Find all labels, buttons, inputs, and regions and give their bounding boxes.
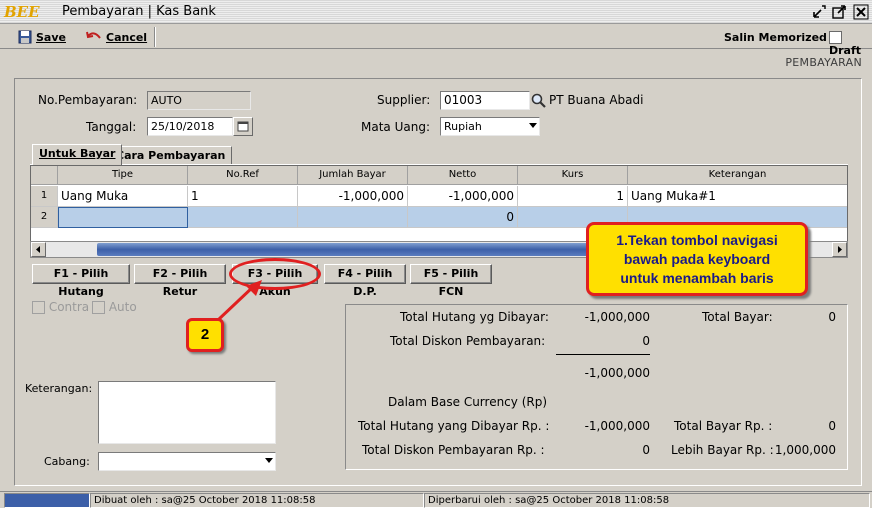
lebih-bayar-rp-label: Lebih Bayar Rp. : bbox=[671, 443, 774, 457]
total-diskon-rp-value: 0 bbox=[642, 443, 650, 457]
cell-keterangan[interactable]: Uang Muka#1 bbox=[628, 186, 847, 207]
keterangan-label: Keterangan: bbox=[25, 382, 93, 395]
bee-logo: BEE bbox=[4, 3, 40, 21]
mata-uang-select[interactable]: Rupiah bbox=[440, 117, 540, 136]
no-pembayaran-label: No.Pembayaran: bbox=[38, 93, 138, 107]
draft-checkbox-box[interactable] bbox=[829, 30, 842, 44]
tanggal-field[interactable]: 25/10/2018 bbox=[147, 117, 233, 136]
total-hutang-rp-value: -1,000,000 bbox=[584, 419, 650, 433]
subtotal-line bbox=[556, 354, 650, 355]
cell-netto[interactable]: -1,000,000 bbox=[408, 186, 518, 207]
status-progress bbox=[4, 493, 90, 508]
title-bar: BEE Pembayaran | Kas Bank bbox=[0, 0, 872, 24]
contra-checkbox[interactable]: Contra bbox=[32, 300, 89, 314]
cabang-label: Cabang: bbox=[44, 455, 90, 468]
toolbar: Save Cancel Salin Memorized Draft bbox=[0, 25, 872, 57]
row-number: 1 bbox=[31, 186, 58, 207]
cell-netto[interactable]: 0 bbox=[408, 207, 518, 228]
grid-header-rownum bbox=[31, 166, 58, 185]
callout-line-3: untuk menambah baris bbox=[620, 270, 774, 286]
cell-jumlah-bayar[interactable] bbox=[298, 207, 408, 228]
total-bayar-rp-value: 0 bbox=[828, 419, 836, 433]
tanggal-label: Tanggal: bbox=[86, 120, 137, 134]
auto-checkbox-box[interactable] bbox=[92, 301, 105, 314]
supplier-name: PT Buana Abadi bbox=[549, 93, 644, 107]
tab-cara-pembayaran[interactable]: Cara Pembayaran bbox=[109, 146, 233, 164]
supplier-code-field[interactable]: 01003 bbox=[440, 91, 530, 110]
scroll-right-button[interactable] bbox=[832, 242, 847, 257]
maximize-icon[interactable] bbox=[830, 3, 848, 21]
cell-tipe[interactable]: Uang Muka bbox=[58, 186, 188, 207]
grid-header-netto[interactable]: Netto bbox=[408, 166, 518, 185]
callout-line-2: bawah pada keyboard bbox=[623, 251, 771, 267]
subtotal-value: -1,000,000 bbox=[584, 366, 650, 380]
contra-label: Contra bbox=[48, 300, 90, 314]
draft-label: Draft bbox=[829, 43, 862, 57]
total-bayar-rp-label: Total Bayar Rp. : bbox=[674, 419, 773, 433]
f5-pilih-fcn-button[interactable]: F5 - Pilih FCN bbox=[410, 264, 492, 298]
mata-uang-label: Mata Uang: bbox=[361, 120, 430, 134]
undo-icon bbox=[86, 31, 101, 39]
cell-kurs[interactable]: 1 bbox=[518, 186, 628, 207]
draft-checkbox[interactable]: Draft bbox=[829, 30, 872, 57]
status-updated: Diperbarui oleh : sa@25 October 2018 11:… bbox=[424, 493, 870, 508]
supplier-label: Supplier: bbox=[377, 93, 431, 107]
callout-line-1: 1.Tekan tombol navigasi bbox=[616, 232, 778, 248]
cell-noref[interactable] bbox=[188, 207, 298, 228]
grid-header-noref[interactable]: No.Ref bbox=[188, 166, 298, 185]
table-row[interactable]: 1 Uang Muka 1 -1,000,000 -1,000,000 1 Ua… bbox=[31, 186, 847, 207]
auto-checkbox[interactable]: Auto bbox=[92, 300, 137, 314]
instruction-callout: 1.Tekan tombol navigasi bawah pada keybo… bbox=[586, 222, 808, 296]
total-hutang-rp-label: Total Hutang yang Dibayar Rp. : bbox=[358, 419, 550, 433]
cell-tipe[interactable] bbox=[58, 207, 188, 228]
arrow-right-icon bbox=[838, 246, 842, 253]
total-diskon-value: 0 bbox=[642, 334, 650, 348]
row-number: 2 bbox=[31, 207, 58, 228]
grid-header-keterangan[interactable]: Keterangan bbox=[628, 166, 847, 185]
save-button[interactable]: Save bbox=[18, 27, 66, 47]
window-title: Pembayaran | Kas Bank bbox=[62, 4, 216, 19]
total-diskon-label: Total Diskon Pembayaran: bbox=[390, 334, 546, 348]
total-diskon-rp-label: Total Diskon Pembayaran Rp. : bbox=[362, 443, 545, 457]
total-bayar-label: Total Bayar: bbox=[702, 310, 773, 324]
minimize-icon[interactable] bbox=[810, 3, 828, 21]
status-created: Dibuat oleh : sa@25 October 2018 11:08:5… bbox=[90, 493, 424, 508]
cell-jumlah-bayar[interactable]: -1,000,000 bbox=[298, 186, 408, 207]
arrow-left-icon bbox=[36, 246, 40, 253]
auto-label: Auto bbox=[108, 300, 137, 314]
calendar-button[interactable] bbox=[233, 117, 253, 136]
cancel-button[interactable]: Cancel bbox=[86, 27, 147, 47]
f1-pilih-hutang-button[interactable]: F1 - Pilih Hutang bbox=[32, 264, 130, 298]
status-bar: Dibuat oleh : sa@25 October 2018 11:08:5… bbox=[0, 491, 872, 508]
chevron-down-icon bbox=[529, 123, 537, 128]
grid-header-tipe[interactable]: Tipe bbox=[58, 166, 188, 185]
keterangan-textarea[interactable] bbox=[98, 381, 276, 444]
cell-noref[interactable]: 1 bbox=[188, 186, 298, 207]
total-bayar-value: 0 bbox=[828, 310, 836, 324]
chevron-down-icon bbox=[265, 458, 273, 463]
close-icon[interactable] bbox=[852, 3, 870, 21]
grid-header: Tipe No.Ref Jumlah Bayar Netto Kurs Kete… bbox=[31, 166, 847, 185]
search-icon[interactable] bbox=[530, 91, 548, 110]
tab-untuk-bayar[interactable]: Untuk Bayar bbox=[32, 144, 123, 165]
calendar-icon bbox=[237, 121, 249, 132]
toolbar-separator bbox=[154, 27, 156, 47]
grid-header-jumlah-bayar[interactable]: Jumlah Bayar bbox=[298, 166, 408, 185]
cabang-select[interactable] bbox=[98, 452, 276, 471]
base-currency-label: Dalam Base Currency (Rp) bbox=[388, 395, 548, 409]
no-pembayaran-field[interactable]: AUTO bbox=[147, 91, 251, 110]
scroll-left-button[interactable] bbox=[31, 242, 46, 257]
total-hutang-value: -1,000,000 bbox=[584, 310, 650, 324]
salin-memorized-button[interactable]: Salin Memorized bbox=[724, 31, 827, 44]
contra-checkbox-box[interactable] bbox=[32, 301, 45, 314]
lebih-bayar-rp-value: 1,000,000 bbox=[774, 443, 836, 457]
step-number-callout: 2 bbox=[186, 318, 224, 352]
mata-uang-value: Rupiah bbox=[444, 120, 482, 133]
f4-pilih-dp-button[interactable]: F4 - Pilih D.P. bbox=[324, 264, 406, 298]
total-hutang-label: Total Hutang yg Dibayar: bbox=[400, 310, 549, 324]
module-title: PEMBAYARAN bbox=[785, 56, 862, 69]
floppy-icon bbox=[18, 30, 32, 44]
summary-panel: Total Hutang yg Dibayar: -1,000,000 Tota… bbox=[345, 304, 848, 470]
grid-header-kurs[interactable]: Kurs bbox=[518, 166, 628, 185]
